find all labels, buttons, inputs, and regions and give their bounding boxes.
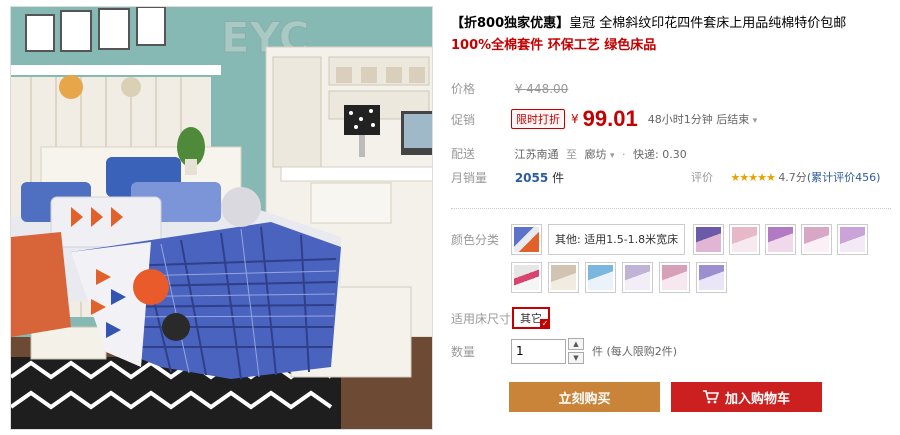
express-fee: 快递: 0.30 xyxy=(633,148,687,161)
bed-size-value: 其它 xyxy=(520,312,542,325)
title-promo-tag: 【折800独家优惠】 xyxy=(451,16,570,31)
bed-size-option-selected[interactable]: 其它 ✓ xyxy=(512,307,550,329)
buy-now-label: 立刻购买 xyxy=(558,390,611,406)
bed-size-row: 适用床尺寸 其它 ✓ xyxy=(451,307,550,329)
title-text: 皇冠 全棉斜纹印花四件套床上用品纯棉特价包邮 xyxy=(569,16,847,31)
ship-destination: 廊坊 xyxy=(584,148,607,161)
chevron-down-icon: ▾ xyxy=(610,151,615,161)
review-count-link[interactable]: (累计评价456) xyxy=(807,171,881,184)
color-swatch[interactable] xyxy=(659,262,690,293)
add-to-cart-button[interactable]: 加入购物车 xyxy=(671,382,822,412)
sales-row: 月销量 2055 件 评价 ★★★★★ 4.7分(累计评价456) xyxy=(451,169,891,186)
chevron-down-icon: ▾ xyxy=(752,116,758,126)
quantity-label: 数量 xyxy=(451,344,476,359)
rating-label: 评价 xyxy=(691,171,713,184)
color-swatch[interactable] xyxy=(729,224,760,255)
color-swatch[interactable] xyxy=(585,262,616,293)
rating-score: 4.7分 xyxy=(778,171,807,184)
quantity-increase-icon[interactable]: ▲ xyxy=(568,338,584,350)
color-swatch[interactable] xyxy=(693,224,724,255)
promo-currency: ¥ xyxy=(571,112,579,126)
price-row: 价格 ¥ 448.00 xyxy=(451,80,568,97)
shopping-cart-icon xyxy=(702,390,719,404)
add-to-cart-label: 加入购物车 xyxy=(724,390,790,406)
original-price-value: 448.00 xyxy=(526,82,569,96)
shipping-row: 配送 江苏南通 至 廊坊 ▾ · 快递: 0.30 xyxy=(451,147,687,161)
countdown-text: 48小时1分钟 后结束 xyxy=(647,113,750,126)
rating-block: 评价 ★★★★★ 4.7分(累计评价456) xyxy=(691,169,880,185)
original-currency: ¥ xyxy=(514,82,523,96)
quantity-limit-note: 件 (每人限购2件) xyxy=(592,345,678,358)
divider xyxy=(451,208,891,209)
color-label: 颜色分类 xyxy=(451,233,500,247)
original-price: ¥ 448.00 xyxy=(515,82,568,96)
color-swatch[interactable] xyxy=(696,262,727,293)
product-title: 【折800独家优惠】皇冠 全棉斜纹印花四件套床上用品纯棉特价包邮 xyxy=(451,14,891,34)
ship-from: 江苏南通 xyxy=(514,148,559,161)
color-swatch[interactable] xyxy=(622,262,653,293)
limited-discount-badge: 限时打折 xyxy=(511,109,565,129)
color-swatch[interactable] xyxy=(765,224,796,255)
product-subtitle: 100%全棉套件 环保工艺 绿色床品 xyxy=(451,38,657,53)
promo-price: 99.01 xyxy=(582,106,638,131)
color-swatch[interactable] xyxy=(511,224,542,255)
promotion-row: 促销 限时打折 ¥ 99.01 48小时1分钟 后结束 ▾ xyxy=(451,106,757,132)
monthly-sales-unit: 件 xyxy=(552,171,565,185)
color-swatch[interactable] xyxy=(837,224,868,255)
color-label-row: 颜色分类 xyxy=(451,231,511,248)
buy-now-button[interactable]: 立刻购买 xyxy=(509,382,660,412)
quantity-decrease-icon[interactable]: ▼ xyxy=(568,352,584,364)
ship-to-word: 至 xyxy=(566,148,577,161)
check-icon: ✓ xyxy=(540,319,550,329)
monthly-sales-label: 月销量 xyxy=(451,171,488,185)
quantity-input[interactable] xyxy=(511,338,566,364)
bedroom-photo-illustration: EYC xyxy=(11,7,432,429)
ship-destination-select[interactable]: 廊坊 ▾ xyxy=(585,148,615,161)
quantity-row: 数量 ▲ ▼ 件 (每人限购2件) xyxy=(451,338,677,364)
color-swatch[interactable] xyxy=(548,262,579,293)
promo-countdown[interactable]: 48小时1分钟 后结束 ▾ xyxy=(648,111,758,127)
price-label: 价格 xyxy=(451,82,476,96)
rating-stars-icon: ★★★★★ xyxy=(730,171,776,184)
monthly-sales-count: 2055 xyxy=(514,171,549,185)
promotion-label: 促销 xyxy=(451,112,476,127)
bed-size-label: 适用床尺寸 xyxy=(451,311,512,326)
color-swatch[interactable] xyxy=(511,262,542,293)
selected-color-option[interactable]: 其他: 适用1.5-1.8米宽床 xyxy=(548,224,686,255)
color-swatch[interactable] xyxy=(801,224,832,255)
product-info-header: 【折800独家优惠】皇冠 全棉斜纹印花四件套床上用品纯棉特价包邮 100%全棉套… xyxy=(451,14,891,56)
shipping-label: 配送 xyxy=(451,147,476,161)
quantity-stepper: ▲ ▼ xyxy=(568,338,584,364)
product-main-image[interactable]: EYC xyxy=(10,6,433,430)
